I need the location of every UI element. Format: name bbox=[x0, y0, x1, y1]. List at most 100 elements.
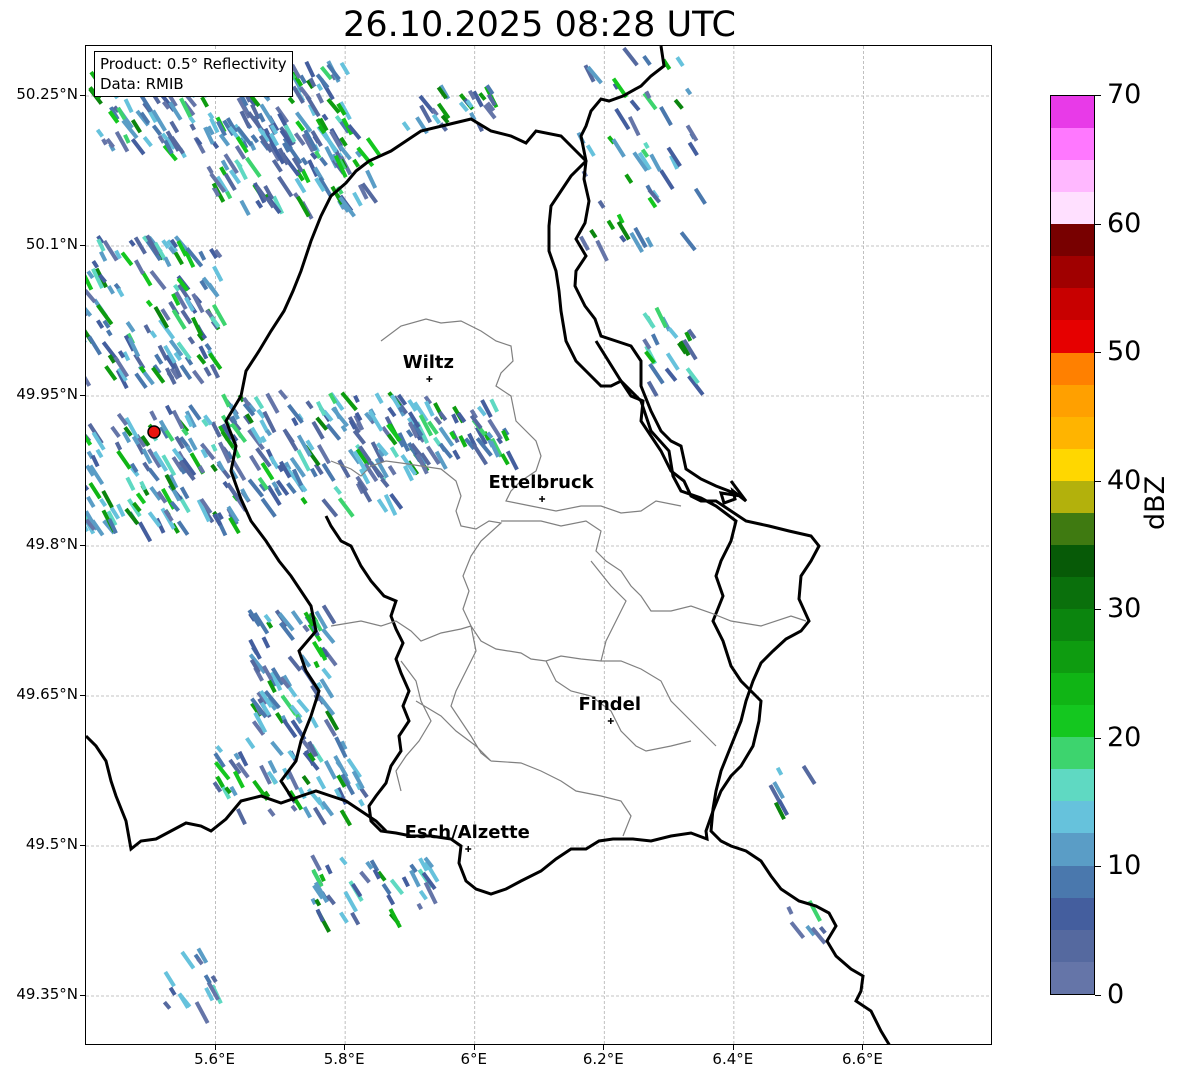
colorbar-segment bbox=[1051, 288, 1094, 321]
echo-cell bbox=[179, 364, 193, 381]
lat-tick-mark bbox=[80, 95, 85, 96]
echo-cell bbox=[684, 87, 693, 96]
echo-cell bbox=[818, 925, 827, 935]
echo-cell bbox=[95, 128, 105, 138]
echo-cell bbox=[624, 173, 634, 184]
echo-cell bbox=[789, 921, 806, 940]
echo-cell bbox=[315, 775, 327, 790]
echo-cell bbox=[659, 169, 675, 191]
echo-cell bbox=[387, 406, 397, 418]
echo-cell bbox=[180, 950, 196, 970]
echo-cell bbox=[358, 798, 365, 807]
colorbar-tick-label: 10 bbox=[1107, 850, 1142, 882]
map-canvas bbox=[86, 46, 991, 1044]
echo-cell bbox=[313, 660, 320, 669]
echo-cell bbox=[388, 908, 402, 929]
echo-cell bbox=[315, 400, 327, 417]
echo-cell bbox=[176, 520, 190, 536]
colorbar bbox=[1050, 95, 1095, 995]
echo-cell bbox=[339, 856, 348, 866]
lat-tick-mark bbox=[80, 695, 85, 696]
colorbar-segment bbox=[1051, 865, 1094, 898]
colorbar-tick-mark bbox=[1095, 352, 1101, 354]
echo-cell bbox=[286, 770, 300, 791]
echo-cell bbox=[145, 299, 153, 308]
echo-cell bbox=[333, 485, 342, 496]
echo-cell bbox=[260, 497, 277, 518]
colorbar-segment bbox=[1051, 609, 1094, 642]
echo-cell bbox=[287, 96, 296, 105]
colorbar-segment bbox=[1051, 384, 1094, 417]
echo-cell bbox=[158, 318, 176, 340]
echo-cell bbox=[87, 335, 102, 356]
echo-cell bbox=[305, 400, 314, 410]
radar-map[interactable] bbox=[85, 45, 992, 1045]
colorbar-segment bbox=[1051, 929, 1094, 962]
echo-cell bbox=[300, 496, 308, 505]
colorbar-segment bbox=[1051, 512, 1094, 545]
lat-tick-label: 49.35°N bbox=[16, 985, 78, 1003]
echo-cell bbox=[187, 336, 196, 345]
echo-cell bbox=[416, 902, 424, 911]
lon-tick-mark bbox=[473, 1045, 475, 1050]
lon-tick-mark bbox=[344, 1045, 346, 1050]
lon-tick-mark bbox=[214, 1045, 216, 1050]
echo-cell bbox=[389, 878, 405, 896]
echo-cell bbox=[622, 46, 639, 67]
colorbar-segment bbox=[1051, 737, 1094, 770]
echo-cell bbox=[664, 367, 678, 382]
city-markers bbox=[426, 376, 614, 852]
echo-cell bbox=[319, 678, 335, 699]
lon-tick-label: 6°E bbox=[460, 1050, 487, 1068]
echo-cell bbox=[321, 627, 336, 645]
echo-cell bbox=[116, 287, 125, 298]
echo-cell bbox=[120, 251, 134, 267]
echo-cell bbox=[325, 423, 342, 441]
echo-cell bbox=[86, 434, 93, 446]
echo-cell bbox=[133, 259, 145, 275]
echo-cell bbox=[123, 98, 134, 114]
product-text: Product: 0.5° Reflectivity bbox=[100, 55, 287, 73]
echo-cell bbox=[302, 806, 312, 819]
echo-cell bbox=[501, 429, 510, 442]
echo-cell bbox=[106, 329, 113, 337]
city-label: Ettelbruck bbox=[488, 472, 594, 493]
echo-cell bbox=[316, 444, 331, 465]
echo-cell bbox=[589, 228, 598, 239]
echo-cell bbox=[210, 443, 218, 452]
echo-cell bbox=[88, 481, 102, 500]
echo-cell bbox=[267, 808, 276, 817]
echo-cell bbox=[685, 124, 699, 142]
country-borders bbox=[86, 46, 891, 1044]
lat-tick-label: 49.5°N bbox=[25, 835, 78, 853]
echo-cell bbox=[310, 854, 322, 872]
echo-cell bbox=[359, 870, 371, 884]
lat-tick-label: 49.8°N bbox=[25, 535, 78, 553]
lat-tick-label: 50.25°N bbox=[16, 85, 78, 103]
echo-cell bbox=[149, 269, 167, 291]
lon-tick-label: 5.8°E bbox=[323, 1050, 365, 1068]
echo-cell bbox=[667, 327, 679, 339]
lon-tick-label: 6.2°E bbox=[582, 1050, 624, 1068]
echo-cell bbox=[352, 191, 363, 207]
echo-cell bbox=[139, 94, 154, 113]
echo-cell bbox=[673, 98, 684, 110]
echo-cell bbox=[203, 366, 212, 377]
echo-cell bbox=[315, 908, 325, 923]
colorbar-tick-mark bbox=[1095, 995, 1101, 996]
echo-cell bbox=[96, 319, 105, 330]
echo-cell bbox=[171, 409, 185, 430]
colorbar-tick-mark bbox=[1095, 866, 1101, 868]
echo-cell bbox=[91, 260, 100, 269]
echo-cell bbox=[339, 809, 352, 827]
colorbar-segment bbox=[1051, 480, 1094, 513]
echo-cell bbox=[295, 195, 311, 218]
echo-cell bbox=[290, 610, 304, 626]
echo-cell bbox=[86, 495, 96, 508]
echo-cell bbox=[287, 655, 302, 672]
echo-cell bbox=[107, 285, 115, 295]
echo-cell bbox=[135, 492, 147, 505]
echo-cell bbox=[627, 115, 641, 137]
colorbar-segment bbox=[1051, 641, 1094, 674]
colorbar-tick-label: 50 bbox=[1107, 336, 1142, 368]
